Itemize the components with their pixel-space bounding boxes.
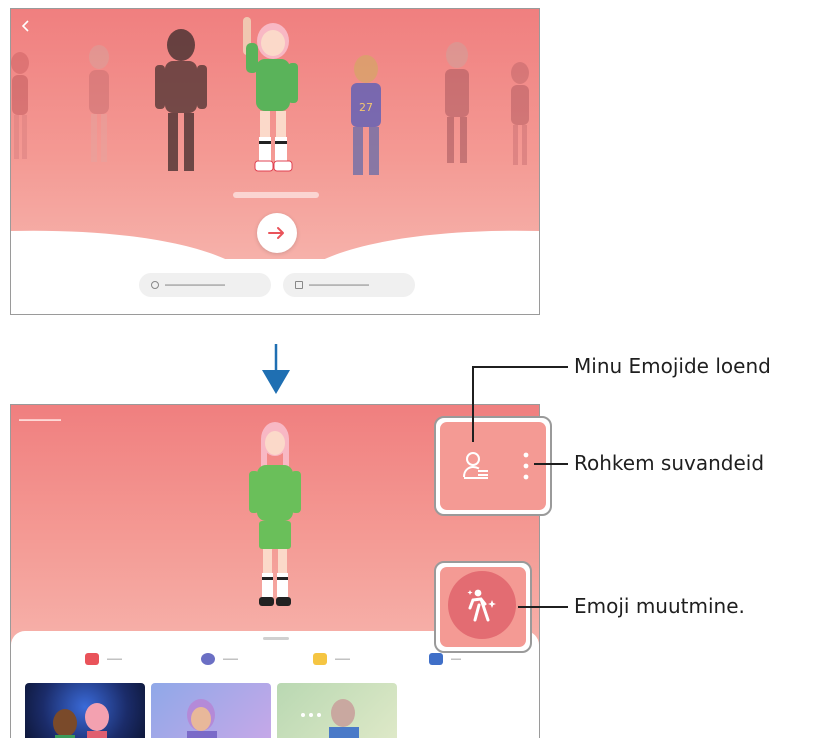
person-sparkle-icon	[467, 589, 496, 622]
category-text-placeholder: ▬▬▬	[335, 656, 350, 662]
leader-line-more-options	[534, 463, 568, 465]
microphone-icon	[201, 653, 215, 665]
template-thumbnail[interactable]	[151, 683, 271, 738]
category-text-placeholder: ▬▬▬	[223, 656, 238, 662]
template-thumbnail[interactable]	[277, 683, 397, 738]
template-thumbnail[interactable]	[25, 683, 145, 738]
camera-icon	[151, 281, 159, 289]
leader-line-edit-emoji	[518, 606, 568, 608]
create-from-image-button[interactable]: ▬▬▬▬▬▬▬▬▬▬	[283, 273, 415, 297]
toolbar-callout	[434, 416, 552, 516]
pill-text-placeholder: ▬▬▬▬▬▬▬▬▬▬	[165, 282, 225, 288]
back-icon[interactable]	[17, 19, 35, 37]
avatar-option[interactable]	[151, 27, 211, 177]
screen-title-placeholder: ▬▬▬▬▬▬▬	[19, 417, 61, 423]
category-text-placeholder: ▬▬▬	[107, 656, 122, 662]
camera-icon	[85, 653, 99, 665]
more-vertical-icon[interactable]	[522, 451, 530, 481]
avatar-caption	[233, 192, 319, 198]
edit-emoji-label: Emoji muutmine.	[574, 594, 745, 618]
svg-text:27: 27	[359, 101, 373, 114]
category-stickers[interactable]: ▬▬▬	[313, 653, 350, 665]
category-text-placeholder: ▬▬	[451, 656, 461, 662]
person-list-icon[interactable]	[462, 450, 490, 480]
avatar-option[interactable]	[81, 41, 117, 171]
pill-text-placeholder: ▬▬▬▬▬▬▬▬▬▬	[309, 282, 369, 288]
image-icon	[295, 281, 303, 289]
toolbar-callout-area	[440, 422, 546, 510]
avatar-option[interactable]	[505, 59, 535, 169]
category-profile[interactable]: ▬▬	[429, 653, 461, 665]
sticker-icon	[313, 653, 327, 665]
arrow-right-icon	[268, 227, 284, 239]
sheet-handle[interactable]	[263, 637, 289, 640]
leader-line-my-emojis	[472, 366, 568, 368]
current-avatar	[249, 422, 301, 606]
category-camera[interactable]: ▬▬▬	[85, 653, 122, 665]
edit-emoji-button[interactable]	[448, 571, 516, 639]
arrow-down-icon	[262, 344, 290, 394]
category-studio[interactable]: ▬▬▬	[201, 653, 238, 665]
create-emoji-screen: 27 ▬▬▬▬▬▬▬▬▬▬ ▬▬▬▬▬▬▬▬▬▬	[10, 8, 540, 315]
next-button[interactable]	[257, 213, 297, 253]
more-options-label: Rohkem suvandeid	[574, 451, 765, 475]
my-emojis-list-label: Minu Emojide loend	[574, 354, 771, 378]
avatar-option[interactable]: 27	[341, 53, 391, 183]
avatar-option[interactable]	[437, 39, 477, 169]
selected-avatar	[243, 17, 298, 172]
leader-line-my-emojis	[472, 366, 474, 442]
profile-icon	[429, 653, 443, 665]
avatar-option[interactable]	[10, 49, 35, 169]
create-with-camera-button[interactable]: ▬▬▬▬▬▬▬▬▬▬	[139, 273, 271, 297]
